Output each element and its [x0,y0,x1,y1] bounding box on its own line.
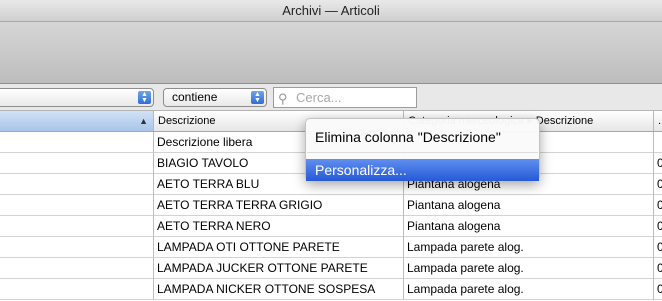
table-row[interactable]: LAMPADA JUCKER OTTONE PARETE Lampada par… [0,258,662,279]
table-cell [0,174,154,195]
table-cell [0,132,154,153]
table-cell [0,258,154,279]
table-cell: 0 [657,177,662,191]
window-titlebar: Archivi — Articoli [0,0,662,22]
select-arrows-icon: ▲ ▼ [251,91,264,104]
search-icon: ⚲ [278,91,288,106]
table-cell: Lampada parete alog. [404,237,654,258]
operator-select-value: contiene [172,90,218,104]
search-input[interactable]: ⚲ Cerca... [273,87,417,108]
table-cell: Lampada parete alog. [404,279,654,300]
table-cell: AETO TERRA NERO [154,216,404,237]
column-header-selected[interactable]: ▲ [0,111,154,131]
sort-ascending-icon: ▲ [139,116,148,126]
table-cell: LAMPADA OTI OTTONE PARETE [154,237,404,258]
table-row[interactable]: AETO TERRA TERRA GRIGIO Piantana alogena… [0,195,662,216]
table-cell [0,279,154,300]
table-row[interactable]: AETO TERRA NERO Piantana alogena 0 [0,216,662,237]
column-header-label: . [658,115,662,127]
table-cell: Piantana alogena [404,195,654,216]
table-cell: 0 [657,198,662,212]
table-cell [654,132,662,153]
table-cell: 0 [657,261,662,275]
search-placeholder: Cerca... [296,90,342,105]
table-cell: Piantana alogena [404,216,654,237]
table-cell: 0 [657,219,662,233]
menu-item-customize[interactable]: Personalizza... [306,159,539,181]
table-cell: Lampada parete alog. [404,258,654,279]
table-cell: AETO TERRA TERRA GRIGIO [154,195,404,216]
context-menu: Elimina colonna "Descrizione" Personaliz… [305,118,540,181]
table-cell: LAMPADA NICKER OTTONE SOSPESA [154,279,404,300]
filter-bar: ▲ ▼ contiene ▲ ▼ ⚲ Cerca... [0,84,662,111]
toolbar [0,22,662,84]
menu-item-delete-column[interactable]: Elimina colonna "Descrizione" [306,126,539,148]
column-header-extra[interactable]: . [654,111,662,131]
field-select[interactable]: ▲ ▼ [0,88,154,107]
table-cell: 0 [657,240,662,254]
table-cell: 0 [657,282,662,296]
table-cell [0,216,154,237]
table-row[interactable]: LAMPADA OTI OTTONE PARETE Lampada parete… [0,237,662,258]
menu-separator [307,152,538,153]
table-cell: LAMPADA JUCKER OTTONE PARETE [154,258,404,279]
table-cell [0,153,154,174]
table-cell [0,237,154,258]
window-title: Archivi — Articoli [282,3,380,18]
operator-select[interactable]: contiene ▲ ▼ [163,88,267,107]
column-header-label: Descrizione [158,115,216,127]
table-cell [0,195,154,216]
table-cell: 0 [657,156,662,170]
select-arrows-icon: ▲ ▼ [138,91,151,104]
table-row[interactable]: LAMPADA NICKER OTTONE SOSPESA Lampada pa… [0,279,662,300]
